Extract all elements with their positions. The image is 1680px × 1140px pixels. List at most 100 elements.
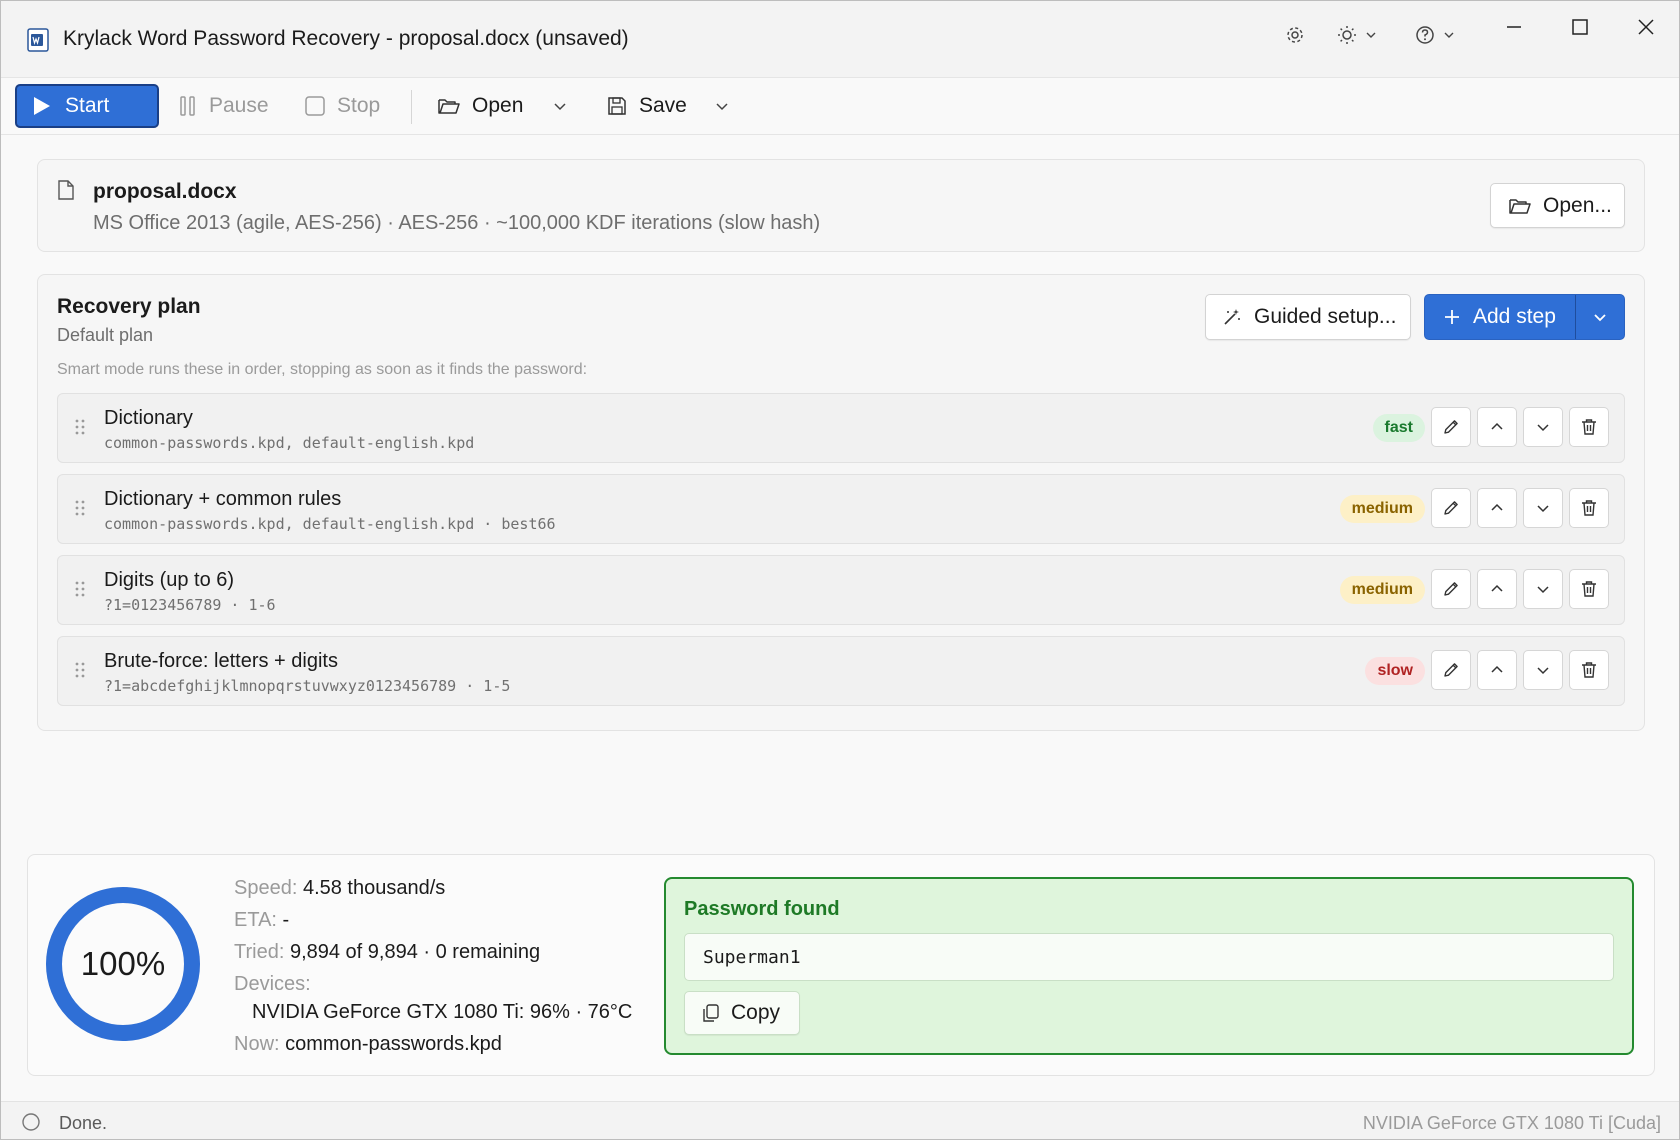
drag-handle-icon[interactable] <box>75 418 85 436</box>
save-dropdown-button[interactable] <box>715 88 729 124</box>
chevron-up-icon <box>1491 584 1503 592</box>
move-step-down-button[interactable] <box>1523 407 1563 447</box>
pause-button[interactable]: Pause <box>179 88 269 124</box>
devices-stat: Devices: <box>234 973 311 996</box>
password-found-box: Password found Superman1 Copy <box>664 877 1634 1055</box>
move-step-up-button[interactable] <box>1477 650 1517 690</box>
edit-step-button[interactable] <box>1431 569 1471 609</box>
chevron-down-icon <box>1366 32 1376 38</box>
chevron-up-icon <box>1491 665 1503 673</box>
maximize-icon <box>1572 19 1588 35</box>
pencil-icon <box>1444 582 1458 596</box>
plan-hint: Smart mode runs these in order, stopping… <box>57 361 588 378</box>
add-step-split-button: Add step <box>1424 294 1625 340</box>
devices-label: Devices: <box>234 973 311 995</box>
folder-open-icon <box>438 99 460 114</box>
move-step-up-button[interactable] <box>1477 488 1517 528</box>
step-name: Dictionary <box>104 407 193 429</box>
plan-title: Recovery plan <box>57 295 201 318</box>
maximize-button[interactable] <box>1560 13 1600 41</box>
chevron-down-icon <box>1537 424 1549 432</box>
speed-badge: medium <box>1339 495 1425 523</box>
guided-setup-button[interactable]: Guided setup... <box>1205 294 1411 340</box>
theme-button[interactable] <box>1337 25 1377 45</box>
add-step-button[interactable]: Add step <box>1425 295 1575 339</box>
status-text: Done. <box>59 1113 108 1133</box>
trash-icon <box>1582 500 1596 516</box>
pencil-icon <box>1444 663 1458 677</box>
drag-handle-icon[interactable] <box>75 499 85 517</box>
delete-step-button[interactable] <box>1569 569 1609 609</box>
edit-step-button[interactable] <box>1431 407 1471 447</box>
plan-step[interactable]: Dictionary common-passwords.kpd, default… <box>57 393 1625 463</box>
eta-label: ETA: <box>234 909 277 931</box>
trash-icon <box>1582 662 1596 678</box>
password-field[interactable]: Superman1 <box>684 933 1614 981</box>
tried-value: 9,894 of 9,894 · 0 remaining <box>289 941 541 963</box>
step-name: Dictionary + common rules <box>104 488 342 510</box>
edit-step-button[interactable] <box>1431 488 1471 528</box>
recovery-plan-card: Recovery plan Default plan Smart mode ru… <box>37 274 1645 731</box>
save-button[interactable]: Save <box>607 88 687 124</box>
chevron-down-icon <box>1537 505 1549 513</box>
stop-button[interactable]: Stop <box>305 88 380 124</box>
step-detail: common-passwords.kpd, default-english.kp… <box>104 515 556 533</box>
file-open-button[interactable]: Open... <box>1490 183 1625 228</box>
chevron-up-icon <box>1491 422 1503 430</box>
move-step-up-button[interactable] <box>1477 569 1517 609</box>
eta-stat: ETA: - <box>234 909 289 932</box>
move-step-down-button[interactable] <box>1523 488 1563 528</box>
plan-step[interactable]: Dictionary + common rules common-passwor… <box>57 474 1625 544</box>
stop-label: Stop <box>337 94 381 117</box>
drag-handle-icon[interactable] <box>75 661 85 679</box>
drag-handle-icon[interactable] <box>75 580 85 598</box>
sun-icon <box>1338 26 1356 44</box>
folder-open-icon <box>1509 198 1531 214</box>
plan-step[interactable]: Brute-force: letters + digits ?1=abcdefg… <box>57 636 1625 706</box>
chevron-down-icon <box>554 103 566 111</box>
chevron-down-icon <box>1594 314 1606 322</box>
step-detail: ?1=0123456789 · 1-6 <box>104 596 276 614</box>
open-button[interactable]: Open <box>438 88 523 124</box>
move-step-down-button[interactable] <box>1523 569 1563 609</box>
pause-label: Pause <box>209 94 269 117</box>
chevron-up-icon <box>1491 503 1503 511</box>
now-stat: Now: common-passwords.kpd <box>234 1033 502 1056</box>
open-label: Open <box>472 94 524 117</box>
edit-step-button[interactable] <box>1431 650 1471 690</box>
save-label: Save <box>639 94 687 117</box>
stop-icon <box>305 96 325 116</box>
pencil-icon <box>1444 501 1458 515</box>
step-detail: common-passwords.kpd, default-english.kp… <box>104 434 475 452</box>
speed-label: Speed: <box>234 877 298 899</box>
trash-icon <box>1582 419 1596 435</box>
delete-step-button[interactable] <box>1569 488 1609 528</box>
add-step-dropdown-button[interactable] <box>1576 310 1624 324</box>
start-button[interactable]: Start <box>15 84 159 128</box>
guided-setup-label: Guided setup... <box>1254 305 1397 328</box>
file-info-card: proposal.docx MS Office 2013 (agile, AES… <box>37 159 1645 252</box>
file-name: proposal.docx <box>93 180 237 203</box>
copy-button[interactable]: Copy <box>684 991 800 1035</box>
tried-stat: Tried: 9,894 of 9,894 · 0 remaining <box>234 941 540 964</box>
speed-badge: slow <box>1365 657 1425 685</box>
plan-step[interactable]: Digits (up to 6) ?1=0123456789 · 1-6 med… <box>57 555 1625 625</box>
settings-button[interactable] <box>1285 25 1305 45</box>
help-button[interactable] <box>1415 25 1455 45</box>
move-step-up-button[interactable] <box>1477 407 1517 447</box>
open-dropdown-button[interactable] <box>553 88 567 124</box>
plan-subtitle: Default plan <box>57 325 154 345</box>
speed-badge: medium <box>1339 576 1425 604</box>
progress-panel: 100% Speed: 4.58 thousand/s ETA: - Tried… <box>27 854 1655 1076</box>
minimize-button[interactable] <box>1494 13 1534 41</box>
minimize-icon <box>1507 26 1521 28</box>
close-button[interactable] <box>1626 13 1666 41</box>
add-step-label: Add step <box>1473 305 1556 328</box>
delete-step-button[interactable] <box>1569 407 1609 447</box>
move-step-down-button[interactable] <box>1523 650 1563 690</box>
pause-icon <box>180 96 195 116</box>
save-icon <box>608 97 626 115</box>
delete-step-button[interactable] <box>1569 650 1609 690</box>
file-encryption-info: MS Office 2013 (agile, AES-256) · AES-25… <box>93 212 821 234</box>
device-line: NVIDIA GeForce GTX 1080 Ti: 96% · 76°C <box>252 1001 633 1023</box>
